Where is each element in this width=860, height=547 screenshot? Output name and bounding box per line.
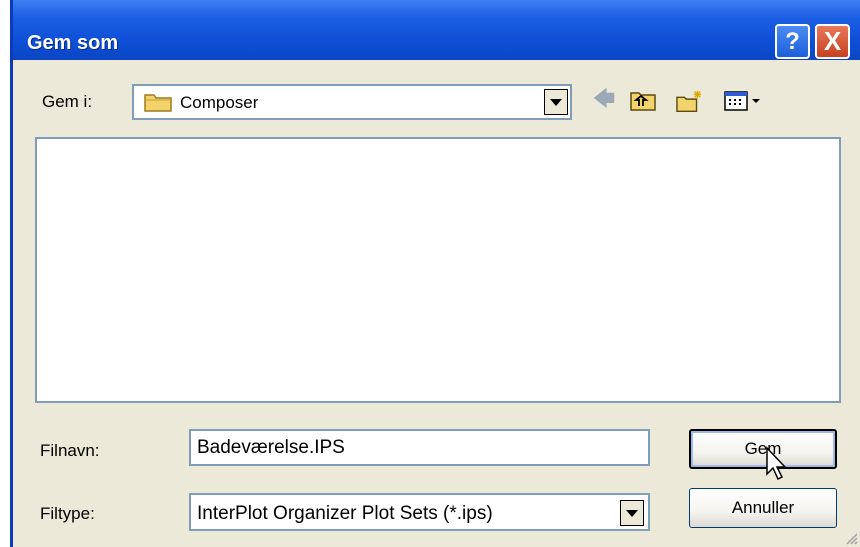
mouse-cursor-icon — [766, 446, 787, 481]
save-button[interactable]: Gem — [689, 429, 837, 469]
window-title: Gem som — [27, 32, 119, 54]
filetype-dropdown[interactable]: InterPlot Organizer Plot Sets (*.ips) — [189, 493, 650, 531]
folder-icon — [144, 94, 172, 112]
save-in-dropdown-arrow[interactable] — [544, 89, 568, 115]
views-glyph — [724, 91, 760, 111]
cancel-button[interactable]: Annuller — [689, 488, 837, 528]
resize-grip-icon[interactable] — [842, 529, 858, 545]
filetype-label: Filtype: — [40, 504, 95, 523]
new-folder-glyph — [676, 90, 702, 112]
help-icon: ? — [785, 27, 800, 55]
views-menu-icon[interactable] — [723, 88, 763, 114]
save-in-label: Gem i: — [42, 92, 93, 111]
filename-label: Filnavn: — [40, 441, 100, 460]
file-list[interactable] — [35, 137, 841, 403]
new-folder-icon[interactable] — [676, 88, 704, 114]
close-icon: X — [823, 26, 842, 56]
back-icon[interactable]: 🡄 — [590, 86, 618, 114]
filetype-value: InterPlot Organizer Plot Sets (*.ips) — [197, 503, 493, 524]
close-button[interactable]: X — [815, 24, 850, 59]
filename-input[interactable]: Badeværelse.IPS — [189, 429, 650, 466]
desktop-background — [0, 0, 10, 547]
filetype-dropdown-arrow[interactable] — [620, 500, 644, 526]
up-folder-icon[interactable] — [629, 88, 657, 114]
up-folder-glyph — [630, 92, 656, 111]
save-as-dialog: Gem som ? X Gem i: Composer 🡄 Filnavn: B… — [10, 0, 860, 547]
save-in-dropdown[interactable]: Composer — [132, 84, 572, 120]
save-in-value: Composer — [180, 93, 259, 112]
title-bar[interactable]: Gem som ? X — [13, 0, 860, 60]
help-button[interactable]: ? — [775, 24, 810, 59]
